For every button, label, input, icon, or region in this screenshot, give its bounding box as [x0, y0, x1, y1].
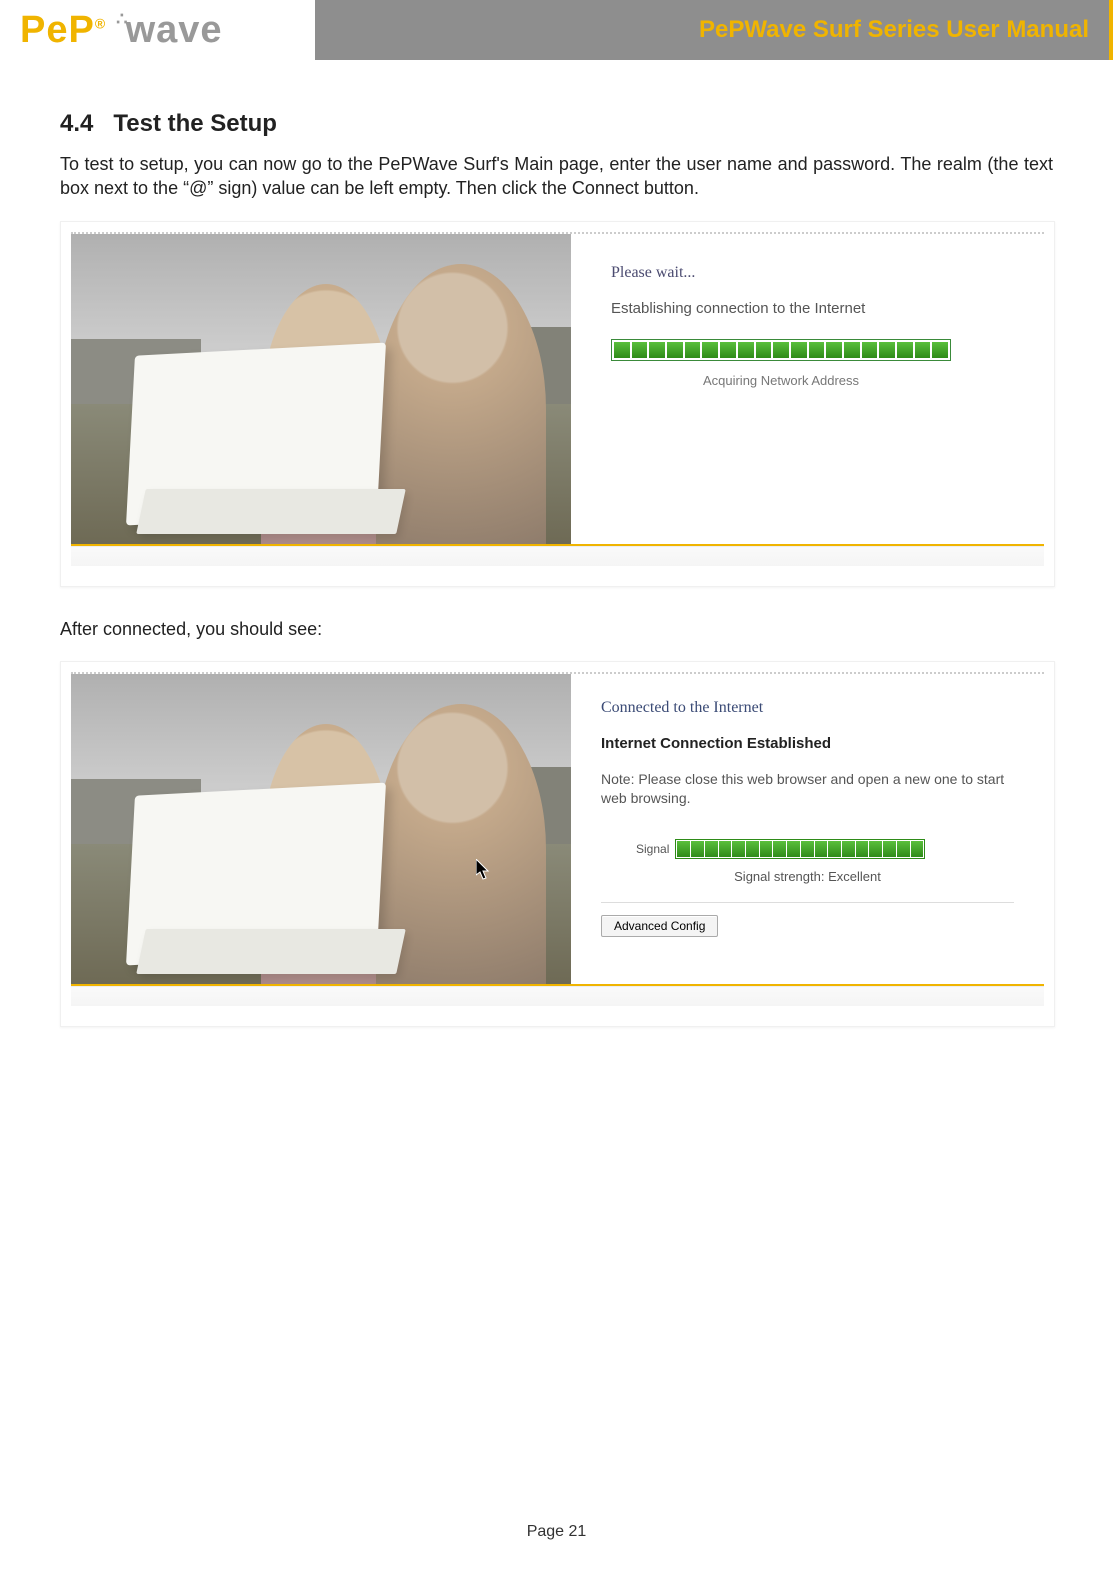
page-header: PeP® ∴wave PePWave Surf Series User Manu…	[0, 0, 1113, 60]
section-intro: To test to setup, you can now go to the …	[60, 152, 1053, 201]
establishing-text: Establishing connection to the Internet	[611, 300, 1024, 317]
logo: PeP® ∴wave	[0, 0, 315, 60]
logo-pep: PeP®	[20, 9, 106, 52]
title-bar: PePWave Surf Series User Manual	[315, 0, 1113, 60]
hero-image	[71, 234, 571, 544]
acquiring-text: Acquiring Network Address	[611, 373, 951, 388]
hero-image-2	[71, 674, 571, 984]
manual-title: PePWave Surf Series User Manual	[699, 16, 1089, 44]
section-title: Test the Setup	[113, 110, 277, 137]
status-panel: Please wait... Establishing connection t…	[571, 234, 1044, 544]
signal-strength-text: Signal strength: Excellent	[601, 869, 1014, 884]
after-connected-text: After connected, you should see:	[60, 617, 1053, 641]
cursor-icon	[476, 859, 492, 881]
screenshot-connecting: Please wait... Establishing connection t…	[60, 221, 1055, 587]
connected-panel: Connected to the Internet Internet Conne…	[571, 674, 1044, 984]
advanced-config-button[interactable]: Advanced Config	[601, 915, 718, 937]
page-footer: Page 21	[0, 1523, 1113, 1541]
screenshot-connected: Connected to the Internet Internet Conne…	[60, 661, 1055, 1027]
progress-bar	[611, 339, 951, 361]
signal-label: Signal	[636, 842, 669, 856]
connected-heading: Connected to the Internet	[601, 699, 1014, 717]
please-wait-text: Please wait...	[611, 264, 1024, 282]
section-number: 4.4	[60, 110, 93, 137]
signal-bar	[675, 839, 925, 859]
note-text: Note: Please close this web browser and …	[601, 770, 1014, 809]
established-text: Internet Connection Established	[601, 735, 1014, 752]
section-heading: 4.4 Test the Setup	[60, 110, 1053, 138]
logo-wave: ∴wave	[116, 9, 222, 52]
